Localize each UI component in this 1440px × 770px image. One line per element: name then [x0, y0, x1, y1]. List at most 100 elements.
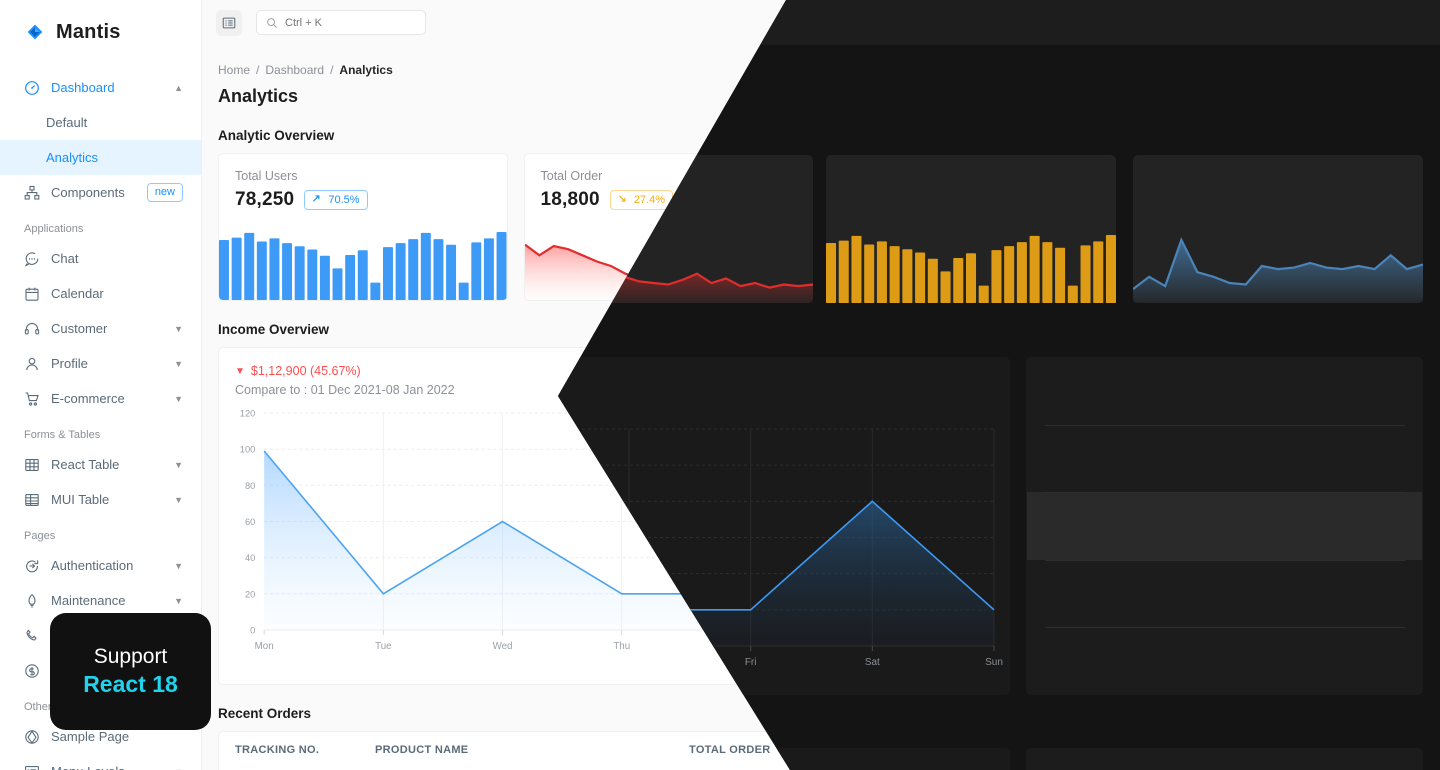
- user-menu[interactable]: Stebin Ben: [1329, 12, 1424, 33]
- analytics-report-panel: [1024, 731, 1424, 770]
- svg-text:Tue: Tue: [375, 641, 392, 652]
- sidebar-item-react-table[interactable]: React Table ▼: [0, 447, 201, 482]
- column-header-status[interactable]: STATUS: [781, 744, 881, 756]
- search-input[interactable]: [285, 16, 416, 29]
- svg-text:100: 100: [240, 444, 256, 455]
- stat-delta: 27.4%: [950, 194, 982, 206]
- sparkline-area-chart: [1135, 215, 1423, 300]
- trend-up-icon: [1256, 193, 1267, 207]
- page-view-path: /demo/admin/index.html: [1041, 378, 1169, 392]
- sidebar-item-label: Chat: [51, 251, 79, 266]
- column-header-total-amount[interactable]: TOTAL AMOUNT: [881, 744, 991, 756]
- sidebar-item-ecommerce[interactable]: E-commerce ▼: [0, 381, 201, 416]
- stat-card-total-users[interactable]: Total Users 78,250 70.5%: [218, 153, 508, 301]
- sidebar-item-label: Maintenance: [51, 593, 126, 608]
- page-view-path: /demo/admin/util.html: [1041, 494, 1156, 508]
- breadcrumb-home[interactable]: Home: [218, 63, 250, 77]
- avatar: [1329, 12, 1351, 33]
- calendar-icon: [24, 286, 40, 302]
- page-view-title: Form Validation: [1041, 535, 1135, 549]
- income-line-chart: 0 20 40 60 80 100 120 Mon Tue Wed Thu Fri Sat Sun: [219, 397, 1007, 663]
- sidebar-item-label: Menu Levels: [51, 764, 163, 770]
- status-badge: 70.5%: [1247, 190, 1312, 210]
- tab-month[interactable]: Month: [749, 365, 820, 389]
- sidebar-item-profile[interactable]: Profile ▼: [0, 346, 201, 381]
- trend-up-icon: [312, 193, 323, 207]
- sidebar-item-default[interactable]: Default: [0, 105, 201, 140]
- list-icon: [24, 764, 40, 770]
- support-react-badge[interactable]: Support React 18: [50, 613, 211, 730]
- bell-icon[interactable]: 4: [1228, 7, 1257, 36]
- stat-card-total-marketing[interactable]: Total Marketing $1,12,083 70.5%: [1134, 153, 1424, 301]
- table-header-row: TRACKING NO. PRODUCT NAME TOTAL ORDER ST…: [219, 732, 1007, 768]
- gear-icon[interactable]: [1292, 10, 1318, 36]
- stat-label: Total Users: [235, 169, 298, 183]
- stat-card-total-sales[interactable]: Total Sales $35,078 27.4%: [829, 153, 1119, 301]
- svg-text:0: 0: [250, 624, 255, 635]
- svg-text:Wed: Wed: [493, 641, 513, 652]
- page-view-row[interactable]: Utilities/demo/admin/util.html 4848 25.35%: [1025, 464, 1423, 522]
- headset-icon: [24, 321, 40, 337]
- svg-text:20: 20: [245, 588, 255, 599]
- sidebar-item-mui-table[interactable]: MUI Table ▼: [0, 482, 201, 517]
- breadcrumb-current: Analytics: [339, 63, 393, 77]
- dollar-icon: [24, 663, 40, 679]
- page-view-row[interactable]: Form Elements/demo/admin/forms.html 5215 2…: [1025, 406, 1423, 464]
- react-version-label: React 18: [83, 671, 178, 697]
- sidebar-item-label: React Table: [51, 457, 120, 472]
- stat-card-total-order[interactable]: Total Order 18,800 27.4%: [523, 153, 813, 301]
- svg-text:Sun: Sun: [971, 641, 988, 652]
- income-delta: ▼ $1,12,900 (45.67%): [235, 364, 455, 378]
- column-header-product-name[interactable]: PRODUCT NAME: [375, 744, 689, 756]
- page-views-title: Page Views by Page Title: [1024, 322, 1424, 337]
- sidebar-item-authentication[interactable]: Authentication ▼: [0, 548, 201, 583]
- mail-icon[interactable]: [1260, 10, 1286, 36]
- recent-orders-title: Recent Orders: [218, 706, 312, 721]
- page-view-percent: 23.17%: [1369, 554, 1407, 566]
- stat-label: Total Marketing: [1151, 169, 1237, 183]
- diamond-logo-icon: [24, 21, 46, 43]
- sidebar-item-calendar[interactable]: Calendar: [0, 276, 201, 311]
- stat-delta: 70.5%: [1271, 194, 1304, 206]
- income-controls: Week Month By Total Volume ▼: [684, 364, 991, 390]
- page-view-count: 3003: [1375, 593, 1407, 609]
- sidebar-item-dashboard[interactable]: Dashboard ▲: [0, 70, 201, 105]
- table-icon: [24, 457, 40, 473]
- download-icon[interactable]: [965, 364, 991, 390]
- sidebar-item-customer[interactable]: Customer ▼: [0, 311, 201, 346]
- column-header-tracking-no[interactable]: TRACKING NO.: [235, 744, 375, 756]
- brand-name: Mantis: [56, 20, 121, 43]
- sidebar-item-chat[interactable]: Chat: [0, 241, 201, 276]
- header-actions: 4 Stebin Ben: [1164, 7, 1424, 36]
- column-header-total-order[interactable]: TOTAL ORDER: [689, 744, 781, 756]
- sidebar-item-label: MUI Table: [51, 492, 110, 507]
- page-view-percent: 22.21%: [1369, 612, 1407, 624]
- brand[interactable]: Mantis: [0, 10, 201, 54]
- page-view-row[interactable]: Modals/demo/admin/modals.html 3003 22.21%: [1025, 580, 1423, 637]
- search-box[interactable]: [256, 10, 426, 35]
- breadcrumb-separator: /: [256, 63, 260, 77]
- page-view-title: Modals: [1041, 593, 1085, 607]
- phone-icon: [24, 628, 40, 644]
- page-view-percent: 28.53%: [1369, 438, 1407, 450]
- sidebar-item-menu-levels[interactable]: Menu Levels ▼: [0, 754, 201, 770]
- tab-week[interactable]: Week: [685, 365, 750, 389]
- income-overview-panel: ▼ $1,12,900 (45.67%) Compare to : 01 Dec…: [218, 347, 1008, 685]
- period-segmented-control[interactable]: Week Month: [684, 364, 821, 390]
- page-view-row[interactable]: Admin Home/demo/admin/index.html 7755 31.7…: [1025, 348, 1423, 406]
- notification-count-badge: 4: [1242, 7, 1257, 22]
- image-add-icon[interactable]: [1196, 10, 1222, 36]
- apps-grid-icon[interactable]: [1164, 10, 1190, 36]
- volume-select[interactable]: By Total Volume ▼: [830, 364, 955, 390]
- stat-delta: 70.5%: [328, 194, 360, 206]
- breadcrumb-dashboard[interactable]: Dashboard: [265, 63, 324, 77]
- menu-toggle-icon[interactable]: [216, 9, 242, 36]
- sidebar-item-components[interactable]: Components new: [0, 175, 201, 210]
- page-view-count: 4848: [1375, 477, 1407, 493]
- analytics-report-title: Analytics Report: [1024, 706, 1132, 721]
- page-view-path: /demo/admin/validation.html: [1041, 552, 1191, 566]
- sidebar-item-analytics[interactable]: Analytics: [0, 140, 201, 175]
- rocket-icon: [24, 593, 40, 609]
- page-view-count: 3275: [1375, 535, 1407, 551]
- page-view-row[interactable]: Form Validation/demo/admin/validation.ht…: [1025, 522, 1423, 580]
